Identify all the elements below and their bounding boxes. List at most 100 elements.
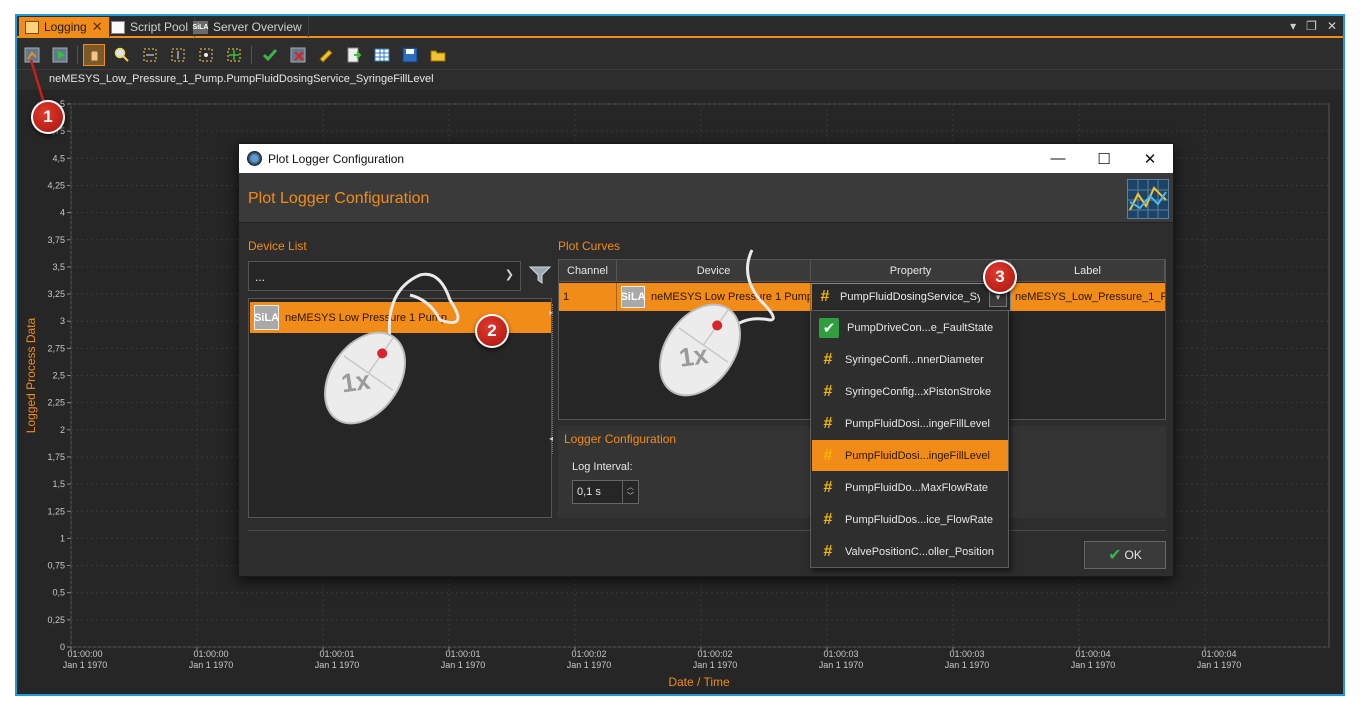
maximize-button[interactable]: ☐	[1081, 144, 1127, 173]
expand-right-icon[interactable]: ▸	[549, 308, 553, 317]
property-option[interactable]: ✔ PumpDriveCon...e_FaultState	[812, 312, 1008, 343]
tab-server-overview[interactable]: SiLA Server Overview	[187, 17, 309, 37]
option-label: PumpFluidDosi...ingeFillLevel	[845, 449, 990, 462]
restore-icon[interactable]: ❐	[1306, 19, 1317, 33]
column-header-device[interactable]: Device	[617, 260, 811, 282]
accept-button[interactable]	[259, 44, 281, 66]
spin-down-icon[interactable]: ﹀	[627, 492, 634, 501]
log-interval-spinner[interactable]: 0,1 s ︿ ﹀	[572, 480, 639, 504]
dropdown-icon[interactable]: ▾	[1290, 19, 1296, 33]
y-tick-label: 4,25	[47, 180, 65, 190]
document-icon	[111, 20, 125, 34]
y-tick-label: 1,5	[52, 479, 65, 489]
x-tick-label-date: Jan 1 1970	[441, 660, 486, 670]
ok-button[interactable]: ✔ OK	[1084, 541, 1166, 569]
y-tick-label: 3	[60, 316, 65, 326]
close-button[interactable]: ✕	[1127, 144, 1173, 173]
option-label: SyringeConfi...nnerDiameter	[845, 353, 984, 366]
y-tick-label: 3,5	[52, 262, 65, 272]
option-label: PumpFluidDo...MaxFlowRate	[845, 481, 989, 494]
separator	[77, 46, 78, 64]
logger-config-title: Logger Configuration	[564, 432, 677, 446]
tab-logging[interactable]: Logging ✕	[19, 17, 110, 37]
column-header-label[interactable]: Label	[1011, 260, 1165, 282]
tab-label: Logging	[44, 20, 87, 34]
divider	[248, 530, 1166, 531]
start-logging-button[interactable]	[49, 44, 71, 66]
pan-tool-button[interactable]	[83, 44, 105, 66]
minimize-icon: —	[1050, 150, 1066, 167]
y-tick-label: 2,25	[47, 398, 65, 408]
close-icon[interactable]: ✕	[1327, 19, 1337, 33]
hash-icon: #	[823, 510, 833, 528]
y-tick-label: 4	[60, 208, 65, 218]
hash-icon: #	[820, 288, 830, 305]
tab-script-pool[interactable]: Script Pool	[105, 17, 196, 37]
device-list-title: Device List	[248, 239, 307, 253]
plot-logger-dialog: Plot Logger Configuration — ☐ ✕ Plot Log…	[238, 143, 1174, 577]
y-tick-label: 3,75	[47, 235, 65, 245]
x-tick-label-time: 01:00:02	[697, 649, 732, 659]
spin-buttons[interactable]: ︿ ﹀	[622, 481, 638, 503]
collapse-left-icon[interactable]: ◂	[549, 434, 553, 443]
configure-plot-button[interactable]	[21, 44, 43, 66]
device-cell[interactable]: SiLA neMESYS Low Pressure 1 Pump	[617, 283, 811, 311]
hash-icon: #	[823, 350, 833, 368]
step-marker-1: 1	[31, 100, 65, 134]
dialog-header: Plot Logger Configuration	[239, 173, 1173, 223]
property-option[interactable]: # PumpFluidDosi...ingeFillLevel	[812, 408, 1008, 439]
x-tick-label-date: Jan 1 1970	[189, 660, 234, 670]
property-cell[interactable]: # PumpFluidDosingService_SyringeFillLeve…	[811, 283, 1011, 311]
export-button[interactable]	[343, 44, 365, 66]
property-option[interactable]: # ValvePositionC...oller_Position	[812, 536, 1008, 567]
x-tick-label-date: Jan 1 1970	[945, 660, 990, 670]
column-header-property[interactable]: Property	[811, 260, 1011, 282]
plot-curves-title: Plot Curves	[558, 239, 621, 253]
close-icon[interactable]: ✕	[92, 19, 103, 35]
hash-icon: #	[823, 382, 833, 400]
checkmarks-icon	[262, 49, 278, 62]
x-tick-label-time: 01:00:03	[823, 649, 858, 659]
save-button[interactable]	[399, 44, 421, 66]
property-option[interactable]: # PumpFluidDo...MaxFlowRate	[812, 472, 1008, 503]
property-option[interactable]: # SyringeConfi...nnerDiameter	[812, 344, 1008, 375]
device-filter-combo[interactable]: ... ❯	[248, 261, 521, 291]
ok-label: OK	[1124, 548, 1142, 562]
minimize-button[interactable]: —	[1035, 144, 1081, 173]
device-cell-text: neMESYS Low Pressure 1 Pump	[651, 291, 811, 303]
y-tick-label: 1,75	[47, 452, 65, 462]
x-tick-label-time: 01:00:00	[67, 649, 102, 659]
chevron-down-icon[interactable]: ❯	[505, 268, 514, 281]
table-row[interactable]: 1 SiLA neMESYS Low Pressure 1 Pump # Pum…	[559, 283, 1165, 311]
zoom-extents-button[interactable]	[223, 44, 245, 66]
magnifier-icon	[114, 47, 129, 62]
x-tick-label-time: 01:00:00	[193, 649, 228, 659]
property-option[interactable]: # SyringeConfig...xPistonStroke	[812, 376, 1008, 407]
label-cell[interactable]: neMESYS_Low_Pressure_1_Pump.PumpFluidDos…	[1011, 283, 1165, 311]
option-label: PumpFluidDosi...ingeFillLevel	[845, 417, 990, 430]
column-header-channel[interactable]: Channel	[559, 260, 617, 282]
hash-icon: #	[823, 542, 833, 560]
property-option[interactable]: # PumpFluidDos...ice_FlowRate	[812, 504, 1008, 535]
y-tick-label: 1	[60, 533, 65, 543]
x-tick-label-time: 01:00:04	[1075, 649, 1110, 659]
zoom-tool-button[interactable]	[111, 44, 133, 66]
ruler-button[interactable]	[315, 44, 337, 66]
open-button[interactable]	[427, 44, 449, 66]
property-option-selected[interactable]: # PumpFluidDosi...ingeFillLevel	[812, 440, 1008, 471]
hand-icon	[90, 50, 99, 62]
tab-label: Server Overview	[213, 20, 302, 34]
delete-chart-icon	[290, 47, 306, 63]
zoom-fit-button[interactable]	[195, 44, 217, 66]
filter-icon[interactable]	[528, 265, 552, 285]
y-tick-label: 0,25	[47, 615, 65, 625]
y-axis-title: Logged Process Data	[24, 317, 38, 433]
channel-cell[interactable]: 1	[559, 283, 617, 311]
y-tick-label: 2,75	[47, 343, 65, 353]
spin-up-icon[interactable]: ︿	[627, 483, 634, 492]
table-view-button[interactable]	[371, 44, 393, 66]
zoom-y-button[interactable]	[167, 44, 189, 66]
zoom-x-button[interactable]	[139, 44, 161, 66]
play-chart-icon	[52, 47, 68, 63]
clear-plot-button[interactable]	[287, 44, 309, 66]
